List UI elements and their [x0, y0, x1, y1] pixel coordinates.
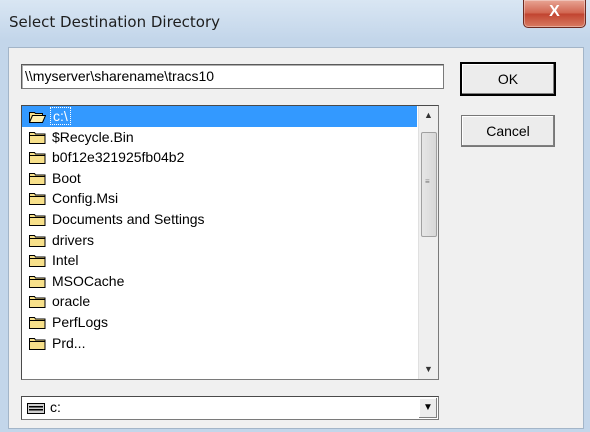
folder-list[interactable]: c:\ $Recycle.Bin b0f12e321925fb04b2 Boot Con…: [21, 105, 439, 380]
folder-icon: [29, 213, 46, 226]
ok-button[interactable]: OK: [461, 63, 555, 95]
folder-list-item-label: Boot: [52, 169, 81, 186]
folder-list-item-label: MSOCache: [52, 272, 125, 289]
path-input[interactable]: \\myserver\sharename\tracs10: [21, 64, 444, 89]
folder-icon: [29, 131, 46, 144]
folder-list-item-label: b0f12e321925fb04b2: [52, 149, 185, 166]
drive-select[interactable]: c: ▼: [21, 396, 439, 420]
folder-list-item[interactable]: Documents and Settings: [22, 209, 417, 230]
folder-list-item[interactable]: MSOCache: [22, 271, 417, 292]
folder-list-item-label: drivers: [52, 231, 95, 248]
cancel-button[interactable]: Cancel: [461, 115, 555, 147]
scroll-thumb[interactable]: ≡: [421, 132, 437, 237]
drive-icon: [27, 403, 45, 414]
scroll-grip-icon: ≡: [425, 177, 430, 186]
vertical-scrollbar[interactable]: ▲ ≡ ▼: [418, 106, 438, 379]
folder-list-item[interactable]: drivers: [22, 230, 417, 251]
scroll-up-button[interactable]: ▲: [420, 107, 437, 124]
folder-list-item-label: $Recycle.Bin: [52, 128, 134, 145]
scroll-down-button[interactable]: ▼: [420, 361, 437, 378]
folder-list-item-label: oracle: [52, 293, 91, 310]
folder-rows: c:\ $Recycle.Bin b0f12e321925fb04b2 Boot Con…: [22, 106, 417, 353]
folder-icon: [29, 316, 46, 329]
close-button[interactable]: X: [523, 0, 586, 28]
folder-list-item[interactable]: b0f12e321925fb04b2: [22, 147, 417, 168]
folder-list-item-label: Documents and Settings: [52, 210, 205, 227]
folder-icon: [29, 152, 46, 165]
folder-list-item-label: Intel: [52, 252, 79, 269]
folder-list-item-label: c:\: [50, 107, 71, 125]
folder-icon: [29, 296, 46, 309]
folder-icon: [29, 255, 46, 268]
dropdown-arrow-icon[interactable]: ▼: [419, 398, 437, 418]
folder-list-item[interactable]: oracle: [22, 291, 417, 312]
folder-list-item-label: PerfLogs: [52, 313, 109, 330]
folder-list-item-label: Config.Msi: [52, 190, 119, 207]
folder-icon: [29, 172, 46, 185]
folder-icon: [29, 275, 46, 288]
folder-list-item[interactable]: PerfLogs: [22, 312, 417, 333]
folder-list-item-label: Prd...: [52, 334, 86, 351]
folder-icon: [29, 234, 46, 247]
folder-list-item[interactable]: Config.Msi: [22, 188, 417, 209]
folder-list-item[interactable]: $Recycle.Bin: [22, 127, 417, 148]
folder-list-item[interactable]: Prd...: [22, 333, 417, 354]
drive-select-value: c:: [50, 399, 61, 415]
folder-list-item[interactable]: Boot: [22, 168, 417, 189]
window-title: Select Destination Directory: [9, 13, 221, 31]
folder-icon: [29, 337, 46, 350]
folder-list-item[interactable]: c:\: [22, 106, 417, 127]
folder-icon: [29, 193, 46, 206]
folder-list-item[interactable]: Intel: [22, 250, 417, 271]
open-folder-icon: [29, 112, 46, 123]
